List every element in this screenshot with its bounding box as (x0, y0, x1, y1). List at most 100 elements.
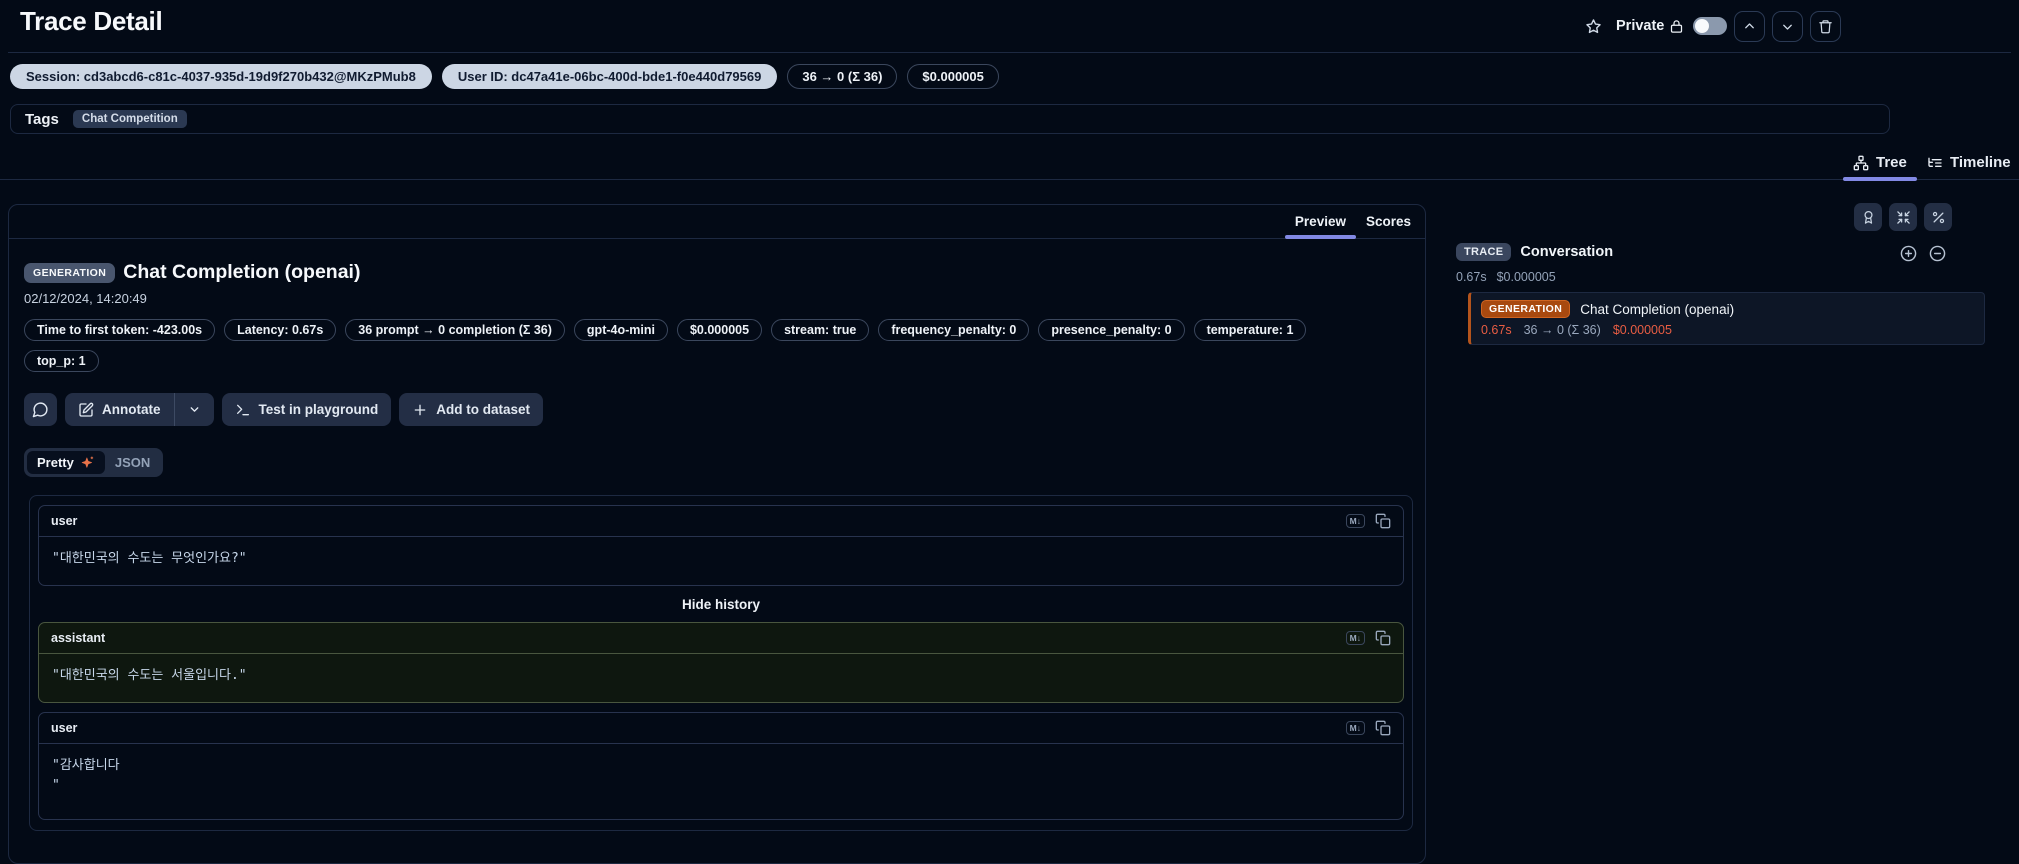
message-tools: M↓ (1345, 630, 1391, 646)
markdown-toggle-icon[interactable]: M↓ (1345, 631, 1365, 646)
page-header: Trace Detail Private (0, 0, 2019, 52)
pen-square-icon (78, 402, 94, 418)
bookmark-star-button[interactable] (1585, 18, 1602, 35)
metric-stream: stream: true (771, 319, 870, 341)
tag-chip[interactable]: Chat Competition (72, 110, 187, 128)
trace-latency: 0.67s (1456, 270, 1487, 284)
actions-row: Annotate Test in playground Add to datas… (24, 393, 1410, 426)
message-content: "대한민국의 수도는 무엇인가요?" (52, 551, 247, 566)
pretty-label: Pretty (37, 455, 74, 470)
metrics-row-2: top_p: 1 (24, 350, 1410, 372)
terminal-icon (235, 402, 251, 418)
visibility-toggle[interactable] (1693, 17, 1728, 35)
observation-type-row: GENERATION Chat Completion (openai) (24, 261, 1410, 284)
next-observation-button[interactable] (1772, 10, 1804, 42)
user-id-badge[interactable]: User ID: dc47a41e-06bc-400d-bde1-f0e440d… (441, 64, 778, 89)
cost-badge: $0.000005 (907, 64, 999, 89)
message-role: assistant (51, 631, 106, 646)
expand-all-button[interactable] (1900, 245, 1917, 262)
hide-history-button[interactable]: Hide history (38, 586, 1404, 622)
sparkles-icon (80, 455, 95, 470)
generation-node-stats: 0.67s 36 → 0 (Σ 36) $0.000005 (1481, 323, 1974, 337)
add-to-dataset-label: Add to dataset (436, 402, 531, 417)
chat-bubble-icon (32, 401, 49, 418)
pretty-toggle[interactable]: Pretty (27, 451, 105, 474)
delete-trace-button[interactable] (1810, 10, 1842, 42)
award-icon (1861, 210, 1876, 225)
message-role: user (51, 514, 78, 528)
copy-button[interactable] (1375, 720, 1391, 736)
message-tools: M↓ (1345, 720, 1391, 736)
observation-timestamp: 02/12/2024, 14:20:49 (24, 291, 147, 306)
collapse-tree-button[interactable] (1929, 245, 1946, 262)
playground-button[interactable]: Test in playground (221, 393, 392, 426)
tree-zoom-controls (1900, 245, 1946, 262)
copy-button[interactable] (1375, 513, 1391, 529)
metric-temperature: temperature: 1 (1193, 319, 1307, 341)
generation-type-badge: GENERATION (24, 262, 116, 283)
prev-observation-button[interactable] (1734, 10, 1766, 42)
scores-award-button[interactable] (1854, 203, 1882, 231)
message-content: "감사합니다 " (52, 758, 120, 794)
tab-timeline[interactable]: Timeline (1917, 146, 2019, 179)
metric-frequency-penalty: frequency_penalty: 0 (878, 319, 1030, 341)
timeline-icon (1927, 155, 1943, 171)
trace-node[interactable]: TRACE Conversation (1456, 243, 1613, 261)
metric-cost: $0.000005 (676, 319, 763, 341)
metric-ttft: Time to first token: -423.00s (24, 319, 216, 341)
tab-preview[interactable]: Preview (1284, 205, 1357, 239)
format-toggle: Pretty JSON (24, 448, 164, 477)
session-badge[interactable]: Session: cd3abcd6-c81c-4037-935d-19d9f27… (10, 64, 432, 89)
toggle-knob (1695, 19, 1710, 33)
add-to-dataset-button[interactable]: Add to dataset (399, 393, 544, 426)
generation-node[interactable]: GENERATION Chat Completion (openai) 0.67… (1468, 292, 1985, 345)
privacy-indicator: Private (1616, 18, 1684, 34)
lock-icon (1669, 19, 1684, 34)
page-title: Trace Detail (20, 6, 163, 36)
trace-cost: $0.000005 (1496, 270, 1556, 284)
tab-scores-label: Scores (1365, 214, 1411, 229)
view-tabs: Tree Timeline (0, 146, 2019, 181)
json-toggle[interactable]: JSON (105, 451, 160, 474)
message-content: "대한민국의 수도는 서울입니다." (52, 668, 247, 684)
trace-meta-row: Session: cd3abcd6-c81c-4037-935d-19d9f27… (10, 64, 999, 89)
trace-tree-sidebar: TRACE Conversation 0.67s $0.000005 GENER… (1440, 196, 2009, 834)
annotate-button[interactable]: Annotate (65, 393, 174, 426)
annotate-split-button: Annotate (65, 393, 214, 426)
tab-scores[interactable]: Scores (1356, 205, 1421, 238)
shrink-icon (1896, 210, 1911, 225)
privacy-label: Private (1616, 18, 1665, 34)
trash-icon (1818, 19, 1833, 34)
tags-row: Tags Chat Competition (10, 104, 1890, 134)
minus-circle-icon (1929, 245, 1946, 262)
plus-circle-icon (1900, 245, 1917, 262)
comment-button[interactable] (24, 393, 57, 426)
message-user-1: user M↓ "대한민국의 수도는 무엇인가요?" (38, 505, 1404, 587)
messages-container: user M↓ "대한민국의 수도는 무엇인가요?" Hide history (29, 495, 1413, 831)
metrics-percent-button[interactable] (1924, 203, 1952, 231)
copy-button[interactable] (1375, 630, 1391, 646)
sidebar-toolbar (1854, 203, 1952, 231)
chevron-down-icon (188, 403, 201, 416)
plus-icon (412, 402, 428, 418)
detail-tabs: Preview Scores (9, 205, 1425, 239)
chevron-down-icon (1780, 19, 1795, 34)
metric-top-p: top_p: 1 (24, 350, 99, 372)
message-header: user M↓ (39, 506, 1403, 537)
annotate-dropdown-button[interactable] (173, 393, 214, 426)
message-role: user (51, 721, 78, 736)
percent-icon (1931, 210, 1946, 225)
copy-icon (1375, 720, 1391, 736)
star-icon (1585, 18, 1602, 35)
playground-label: Test in playground (258, 402, 379, 417)
generation-latency: 0.67s (1481, 323, 1512, 337)
chevron-up-icon (1742, 19, 1757, 34)
generation-node-name: Chat Completion (openai) (1580, 301, 1735, 317)
generation-tokens: 36 → 0 (Σ 36) (1523, 323, 1601, 337)
tab-tree[interactable]: Tree (1843, 146, 1917, 181)
tree-icon (1853, 155, 1869, 171)
collapse-all-button[interactable] (1889, 203, 1917, 231)
markdown-toggle-icon[interactable]: M↓ (1345, 513, 1365, 529)
header-divider (8, 52, 2011, 53)
markdown-toggle-icon[interactable]: M↓ (1345, 721, 1365, 736)
